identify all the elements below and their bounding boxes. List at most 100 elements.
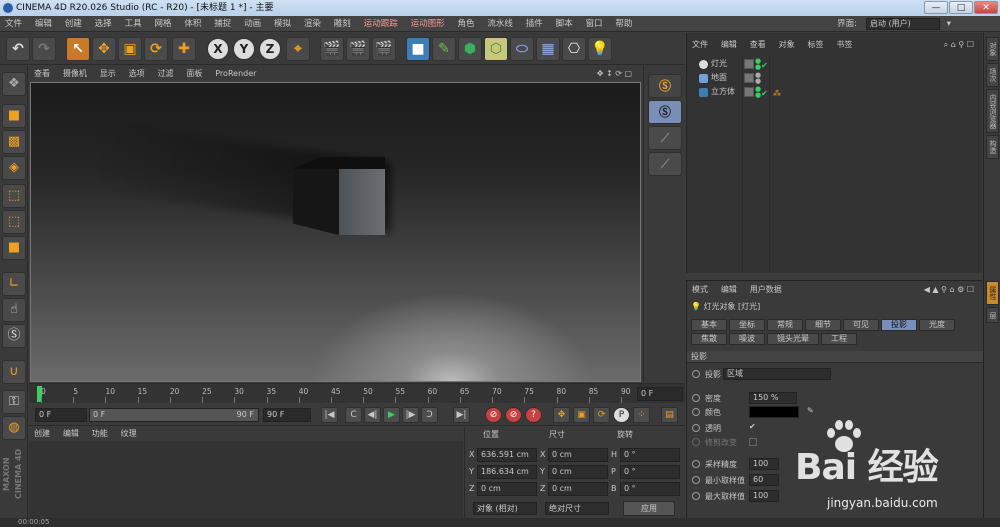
om-menu-view[interactable]: 查看 [745,38,771,52]
menu-volume[interactable]: 体积 [179,16,206,32]
play-button[interactable]: ▶ [383,407,400,423]
animate-radio[interactable] [692,370,700,378]
om-menu-bookmarks[interactable]: 书签 [831,38,857,52]
tab-photometric[interactable]: 光度 [919,319,955,331]
snap-settings-button[interactable]: Ⓢ [648,100,682,124]
position-y-field[interactable]: 186.634 cm [477,465,537,479]
menu-snap[interactable]: 捕捉 [209,16,236,32]
viewport-menu-view[interactable]: 查看 [29,66,55,81]
tab-caustics[interactable]: 焦散 [691,333,727,345]
deformer-button[interactable]: ⬭ [510,37,534,61]
next-key-button[interactable]: Ↄ [421,407,438,423]
axis-mode-button[interactable]: ∟ [2,272,26,296]
add-object-button[interactable]: ✚ [172,37,196,61]
key-rotation-button[interactable]: ⟳ [593,407,610,423]
workplane-grid-button[interactable]: ◍ [2,416,26,440]
y-axis-button[interactable]: Y [233,38,255,60]
menu-mesh[interactable]: 网格 [149,16,176,32]
menu-motion-tracking[interactable]: 运动跟踪 [359,16,403,32]
visibility-dots-icon[interactable]: ● ● [755,72,761,85]
animate-radio[interactable] [692,424,700,432]
timeline-button[interactable]: ▤ [661,407,678,423]
am-menu-userdata[interactable]: 用户数据 [745,283,787,297]
size-mode-dropdown[interactable]: 绝对尺寸 [545,502,609,515]
menu-sculpt[interactable]: 雕刻 [329,16,356,32]
key-position-button[interactable]: ✥ [553,407,570,423]
rotation-p-field[interactable]: 0 ° [620,465,680,479]
menu-create[interactable]: 创建 [60,16,87,32]
tab-shadow[interactable]: 投影 [881,319,917,331]
model-mode-button[interactable]: ■ [2,104,26,128]
viewport-menu-options[interactable]: 选项 [124,66,150,81]
redo-button[interactable]: ↷ [32,37,56,61]
layout-dropdown-arrow-icon[interactable]: ▾ [942,16,956,32]
tab-structure[interactable]: 构造 [986,135,999,159]
tab-attributes[interactable]: 属性 [986,281,999,305]
polygons-mode-button[interactable]: ■ [2,236,26,260]
position-z-field[interactable]: 0 cm [477,482,537,496]
end-frame-field[interactable]: 90 F [263,408,311,422]
material-menu-edit[interactable]: 编辑 [58,427,84,441]
object-row-light[interactable]: 灯光 ● ● ✔ [687,57,983,71]
size-y-field[interactable]: 0 cm [548,465,608,479]
menu-plugins[interactable]: 插件 [521,16,548,32]
make-editable-button[interactable]: ❖ [2,72,26,96]
next-frame-button[interactable]: |▶ [402,407,419,423]
menu-animate[interactable]: 动画 [239,16,266,32]
move-button[interactable]: ✥ [92,37,116,61]
viewport-menu-display[interactable]: 显示 [95,66,121,81]
object-row-cube[interactable]: 立方体 ● ● ✔ ⁂ [687,85,983,99]
menu-tools[interactable]: 工具 [120,16,147,32]
scale-button[interactable]: ▣ [118,37,142,61]
animate-radio[interactable] [692,408,700,416]
phong-tag-icon[interactable]: ⁂ [773,87,781,101]
go-start-button[interactable]: |◀ [321,407,338,423]
current-frame-field[interactable]: 0 F [637,387,683,401]
pen-button[interactable]: ✎ [432,37,456,61]
cube-button[interactable]: ■ [406,37,430,61]
edges-mode-button[interactable]: ⬚ [2,210,26,234]
cloner-button[interactable]: ⬡ [484,37,508,61]
eyedropper-icon[interactable]: ✎ [807,406,814,415]
menu-render[interactable]: 渲染 [299,16,326,32]
animate-radio[interactable] [692,476,700,484]
tab-lens-flare[interactable]: 镜头光晕 [767,333,819,345]
live-select-button[interactable]: ↖ [66,37,90,61]
position-x-field[interactable]: 636.591 cm [477,448,537,462]
z-axis-button[interactable]: Z [259,38,281,60]
material-menu-create[interactable]: 创建 [29,427,55,441]
viewport-menu-filter[interactable]: 过滤 [153,66,179,81]
key-parameter-button[interactable]: P [613,407,630,423]
points-mode-button[interactable]: ⬚ [2,184,26,208]
max-samples-field[interactable]: 100 [749,490,779,502]
coordinate-system-button[interactable]: ⌖ [286,37,310,61]
enabled-check-icon[interactable]: ✔ [761,87,768,101]
go-end-button[interactable]: ▶| [453,407,470,423]
tab-noise[interactable]: 噪波 [729,333,765,345]
minimize-button[interactable]: — [924,1,948,14]
magnet-button[interactable]: ∪ [2,360,26,384]
rotation-b-field[interactable]: 0 ° [620,482,680,496]
tab-content-browser[interactable]: 内容浏览器 [986,89,999,133]
close-button[interactable]: ✕ [974,1,998,14]
menu-select[interactable]: 选择 [90,16,117,32]
x-axis-button[interactable]: X [207,38,229,60]
clip-change-checkbox[interactable] [749,438,757,446]
menu-character[interactable]: 角色 [452,16,479,32]
layer-checkbox[interactable] [744,73,754,83]
tab-basic[interactable]: 基本 [691,319,727,331]
rotate-button[interactable]: ⟳ [144,37,168,61]
menu-pipeline[interactable]: 流水线 [482,16,518,32]
autokey-button[interactable]: ⊘ [505,407,522,423]
animate-radio[interactable] [692,394,700,402]
animate-radio[interactable] [692,492,700,500]
am-menu-edit[interactable]: 编辑 [716,283,742,297]
tab-takes[interactable]: 场次 [986,63,999,87]
maximize-button[interactable]: □ [949,1,973,14]
keyframe-selection-button[interactable]: ? [525,407,542,423]
object-row-floor[interactable]: 地面 ● ● [687,71,983,85]
render-settings-button[interactable]: 🎬 [372,37,396,61]
menu-mograph[interactable]: 运动图形 [406,16,450,32]
om-menu-edit[interactable]: 编辑 [716,38,742,52]
subdivision-button[interactable]: ⬢ [458,37,482,61]
